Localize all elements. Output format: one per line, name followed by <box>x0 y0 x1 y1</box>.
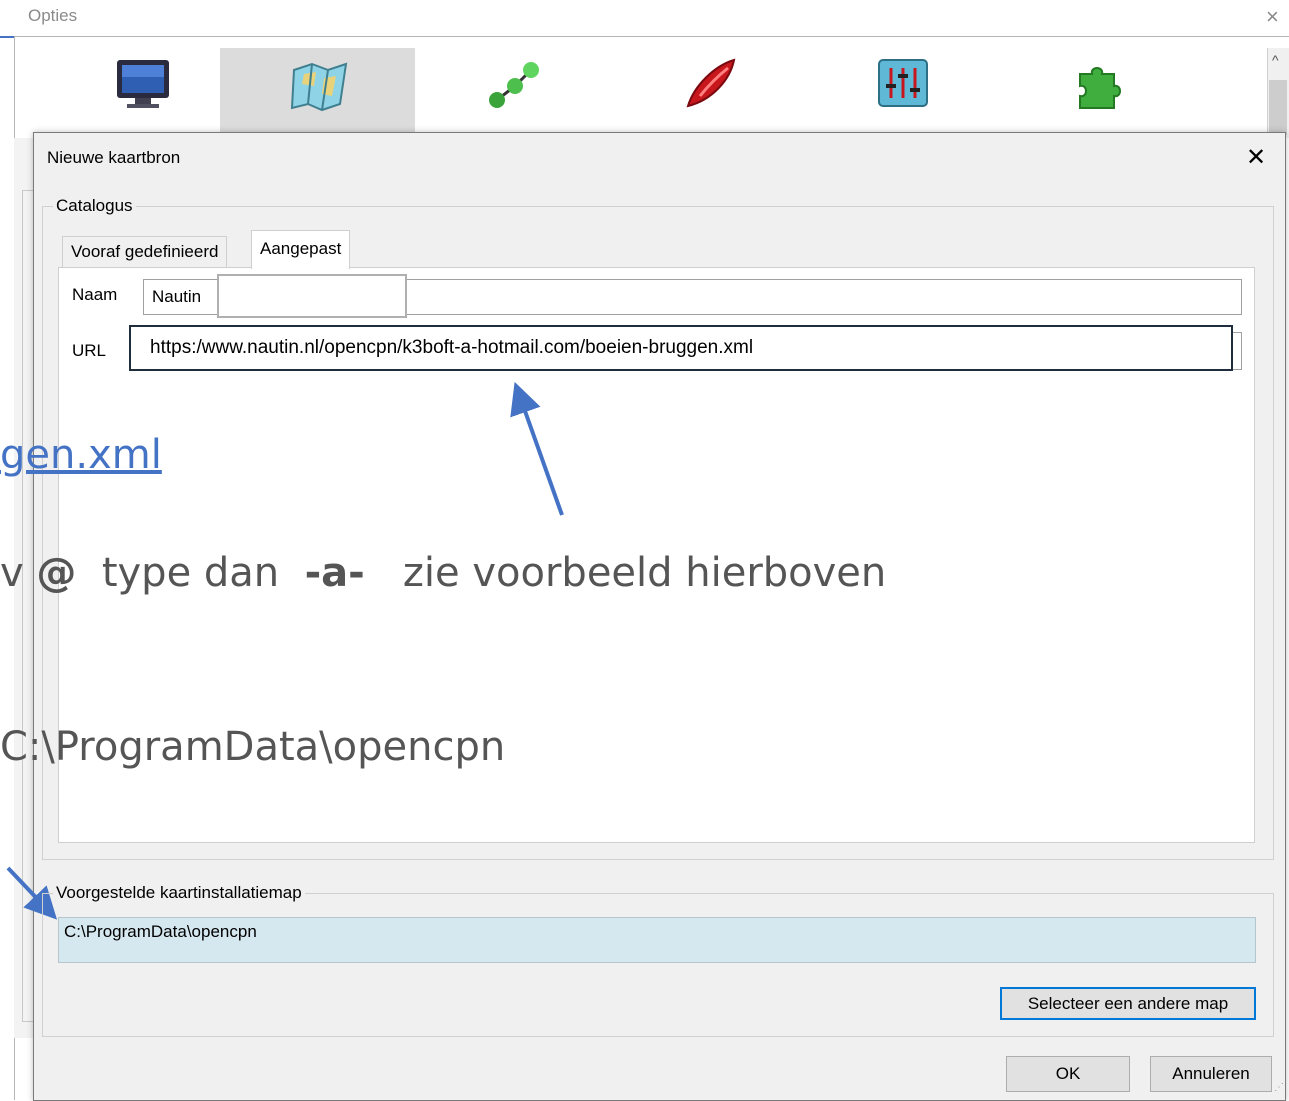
hint-start: v <box>0 550 37 596</box>
hint-at: @ <box>36 550 77 596</box>
resize-grip-icon[interactable]: ⋰ <box>1274 1082 1284 1093</box>
ok-button[interactable]: OK <box>1006 1056 1130 1092</box>
install-path-field: C:\ProgramData\opencpn <box>58 917 1256 963</box>
hint-end: zie voorbeeld hierboven <box>364 550 887 596</box>
cancel-button[interactable]: Annuleren <box>1150 1056 1272 1092</box>
overlay-link-fragment: gen.xml <box>0 432 162 478</box>
url-arrow <box>510 381 564 516</box>
hint-a: -a- <box>304 550 365 596</box>
hint-mid: type dan <box>76 550 305 596</box>
install-path-arrow <box>6 866 58 920</box>
select-folder-button[interactable]: Selecteer een andere map <box>1000 987 1256 1020</box>
install-folder-label: Voorgestelde kaartinstallatiemap <box>53 883 305 903</box>
overlay-hint: v @ type dan -a- zie voorbeeld hierboven <box>0 550 886 596</box>
tab-custom[interactable]: Aangepast <box>251 230 351 269</box>
overlay-path-text: C:\ProgramData\opencpn <box>0 724 506 770</box>
